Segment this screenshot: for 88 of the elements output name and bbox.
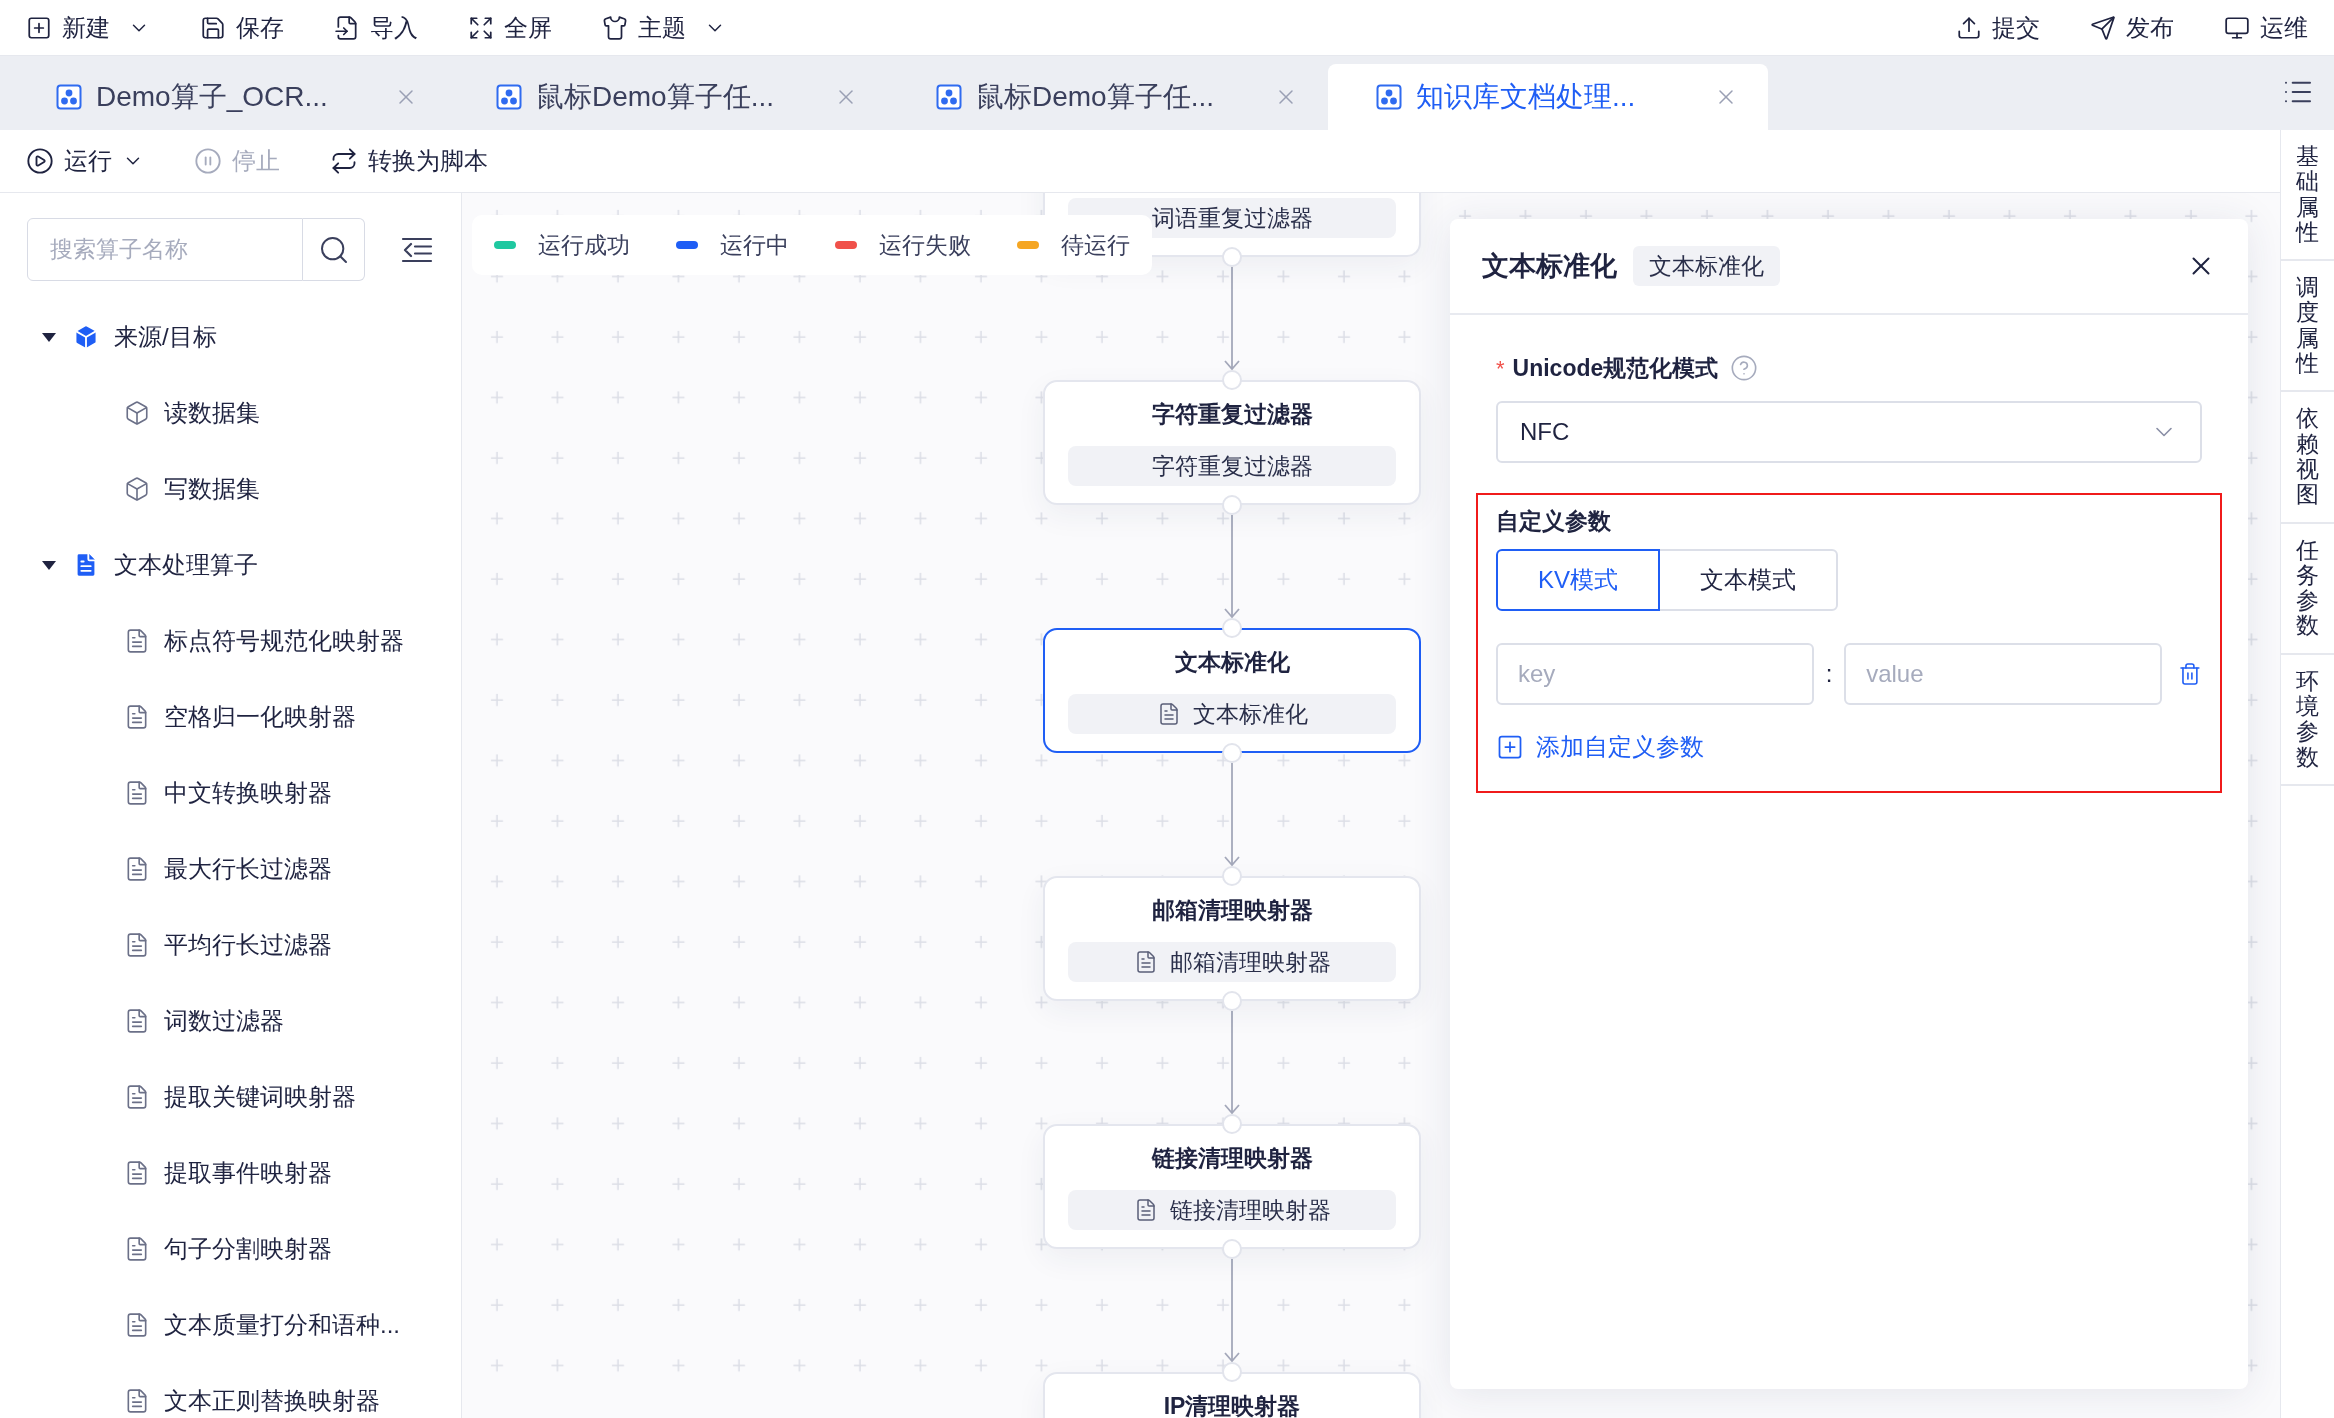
operator-item[interactable]: 文本质量打分和语种... bbox=[0, 1287, 461, 1363]
cube-icon bbox=[124, 400, 150, 426]
field-label: Unicode规范化模式 bbox=[1512, 353, 1719, 383]
node-title: IP清理映射器 bbox=[1163, 1391, 1301, 1418]
toolbar-button[interactable]: 新建 bbox=[26, 9, 150, 46]
help-icon[interactable] bbox=[1730, 354, 1759, 382]
operator-item[interactable]: 提取事件映射器 bbox=[0, 1135, 461, 1211]
collapse-icon[interactable] bbox=[401, 235, 433, 264]
tab-label: 鼠标Demo算子任... bbox=[536, 80, 775, 114]
operator-item[interactable]: 写数据集 bbox=[0, 451, 461, 527]
operator-item[interactable]: 句子分割映射器 bbox=[0, 1211, 461, 1287]
workflow-icon bbox=[936, 84, 962, 110]
tree-category[interactable]: 来源/目标 bbox=[0, 299, 461, 375]
play-icon bbox=[26, 147, 54, 175]
node-title: 字符重复过滤器 bbox=[1151, 399, 1313, 429]
action-button[interactable]: 转换为脚本 bbox=[330, 143, 488, 179]
panel-title: 文本标准化 bbox=[1482, 249, 1617, 283]
operator-item[interactable]: 文本正则替换映射器 bbox=[0, 1363, 461, 1418]
operator-node[interactable]: 链接清理映射器 链接清理映射器 bbox=[1043, 1124, 1421, 1249]
node-tag: 邮箱清理映射器 bbox=[1068, 942, 1396, 982]
tab-label: 知识库文档处理... bbox=[1416, 80, 1636, 114]
node-tag: 链接清理映射器 bbox=[1068, 1190, 1396, 1230]
toolbar-button[interactable]: 导入 bbox=[334, 9, 418, 46]
operator-item[interactable]: 词数过滤器 bbox=[0, 983, 461, 1059]
side-tab[interactable]: 依赖视图 bbox=[2281, 392, 2334, 524]
tree-category[interactable]: 文本处理算子 bbox=[0, 527, 461, 603]
operator-node[interactable]: 邮箱清理映射器 邮箱清理映射器 bbox=[1043, 876, 1421, 1001]
workflow-icon bbox=[56, 84, 82, 110]
toolbar-button[interactable]: 主题 bbox=[602, 9, 726, 46]
plus-square-icon bbox=[26, 14, 52, 41]
operator-node[interactable]: IP清理映射器 bbox=[1043, 1372, 1421, 1418]
workflow-icon bbox=[496, 84, 522, 110]
operator-node[interactable]: 字符重复过滤器 字符重复过滤器 bbox=[1043, 380, 1421, 505]
operator-item[interactable]: 标点符号规范化映射器 bbox=[0, 603, 461, 679]
node-title: 链接清理映射器 bbox=[1151, 1143, 1313, 1173]
node-title: 文本标准化 bbox=[1174, 647, 1290, 677]
operator-item[interactable]: 平均行长过滤器 bbox=[0, 907, 461, 983]
repeat-icon bbox=[330, 147, 358, 175]
send-icon bbox=[2090, 14, 2116, 41]
operator-item[interactable]: 中文转换映射器 bbox=[0, 755, 461, 831]
monitor-icon bbox=[2224, 14, 2250, 41]
document-tab[interactable]: 鼠标Demo算子任... bbox=[448, 64, 888, 130]
mode-toggle[interactable]: KV模式 bbox=[1496, 549, 1660, 611]
side-tab[interactable]: 环境参数 bbox=[2281, 654, 2334, 786]
side-tab[interactable]: 基础属性 bbox=[2281, 130, 2334, 262]
node-tag: 文本标准化 bbox=[1068, 694, 1396, 734]
operator-item[interactable]: 空格归一化映射器 bbox=[0, 679, 461, 755]
workflow-icon bbox=[1376, 84, 1402, 110]
legend-label: 运行中 bbox=[720, 230, 789, 260]
node-tag: 字符重复过滤器 bbox=[1068, 446, 1396, 486]
toolbar-button[interactable]: 全屏 bbox=[468, 9, 552, 46]
legend-label: 运行失败 bbox=[879, 230, 971, 260]
shirt-icon bbox=[602, 14, 628, 41]
search-button[interactable] bbox=[303, 218, 365, 281]
search-field[interactable]: 搜索算子名称 bbox=[27, 218, 303, 281]
toolbar-button[interactable]: 运维 bbox=[2224, 9, 2308, 46]
add-parameter-link[interactable]: 添加自定义参数 bbox=[1496, 729, 1704, 765]
operator-item[interactable]: 提取关键词映射器 bbox=[0, 1059, 461, 1135]
save-icon bbox=[200, 14, 226, 41]
separator-colon: : bbox=[1824, 659, 1834, 689]
side-tab[interactable]: 任务参数 bbox=[2281, 523, 2334, 655]
expand-icon bbox=[468, 14, 494, 41]
value-field[interactable]: value bbox=[1844, 643, 2163, 705]
tab-label: 鼠标Demo算子任... bbox=[976, 80, 1215, 114]
cube-icon bbox=[124, 476, 150, 502]
side-tab[interactable]: 调度属性 bbox=[2281, 261, 2334, 393]
pause-icon bbox=[194, 147, 222, 175]
plus-square-icon bbox=[1496, 733, 1524, 761]
section-title: 自定义参数 bbox=[1496, 506, 1612, 536]
mode-select[interactable]: NFC bbox=[1496, 401, 2202, 463]
document-tab[interactable]: 鼠标Demo算子任... bbox=[888, 64, 1328, 130]
toolbar-button[interactable]: 提交 bbox=[1956, 9, 2040, 46]
required-asterisk: * bbox=[1496, 354, 1505, 383]
import-icon bbox=[334, 14, 360, 41]
action-button[interactable]: 运行 bbox=[26, 143, 144, 179]
key-field[interactable]: key bbox=[1496, 643, 1814, 705]
node-title: 邮箱清理映射器 bbox=[1151, 895, 1313, 925]
document-tab[interactable]: Demo算子_OCR... bbox=[8, 64, 448, 130]
legend-label: 运行成功 bbox=[538, 230, 630, 260]
tab-label: Demo算子_OCR... bbox=[96, 80, 328, 114]
mode-toggle[interactable]: 文本模式 bbox=[1658, 549, 1838, 611]
operator-item[interactable]: 最大行长过滤器 bbox=[0, 831, 461, 907]
document-tab[interactable]: 知识库文档处理... bbox=[1328, 64, 1768, 130]
toolbar-button[interactable]: 保存 bbox=[200, 9, 284, 46]
operator-node[interactable]: 文本标准化 文本标准化 bbox=[1043, 628, 1421, 753]
node-type-tag: 文本标准化 bbox=[1633, 246, 1780, 286]
toolbar-button[interactable]: 发布 bbox=[2090, 9, 2174, 46]
operator-item[interactable]: 读数据集 bbox=[0, 375, 461, 451]
